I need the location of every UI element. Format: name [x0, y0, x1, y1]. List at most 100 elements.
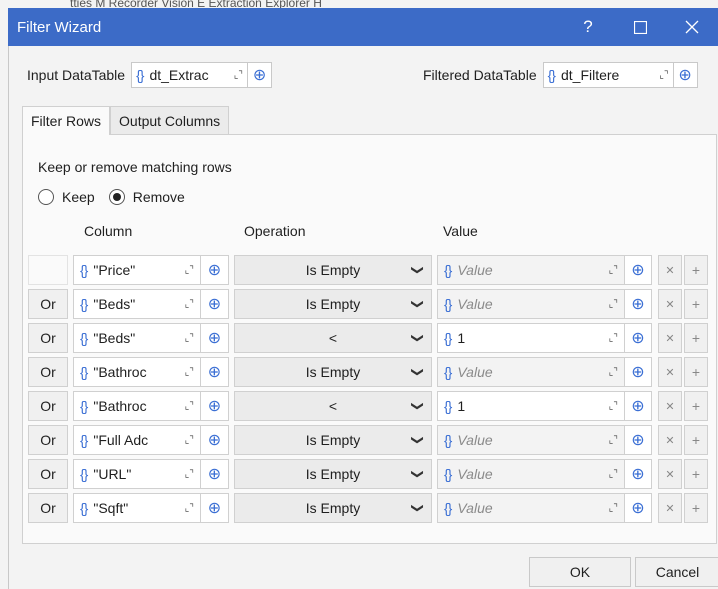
- expand-icon[interactable]: ⌞⌝: [605, 435, 618, 446]
- operation-dropdown[interactable]: < ❯: [234, 323, 432, 353]
- add-row-button[interactable]: +: [684, 493, 708, 523]
- value-field[interactable]: {} Value ⌞⌝: [437, 493, 625, 523]
- or-toggle-button[interactable]: Or: [28, 425, 68, 455]
- expand-icon[interactable]: ⌞⌝: [605, 503, 618, 514]
- remove-radio-label[interactable]: Remove: [133, 189, 185, 205]
- variable-braces-icon: {}: [444, 262, 452, 278]
- expand-icon[interactable]: ⌞⌝: [230, 70, 243, 81]
- add-row-button[interactable]: +: [684, 289, 708, 319]
- column-add-button[interactable]: ⊕: [201, 391, 229, 421]
- or-toggle-button[interactable]: Or: [28, 323, 68, 353]
- column-value: "Beds": [93, 330, 136, 346]
- expand-icon[interactable]: ⌞⌝: [181, 401, 194, 412]
- expand-icon[interactable]: ⌞⌝: [605, 299, 618, 310]
- operation-dropdown[interactable]: Is Empty ❯: [234, 493, 432, 523]
- remove-row-button[interactable]: ✕: [658, 289, 682, 319]
- or-toggle-button[interactable]: Or: [28, 289, 68, 319]
- background-menu-text: tties M Recorder Vision E Extraction Exp…: [70, 0, 322, 8]
- expand-icon[interactable]: ⌞⌝: [605, 333, 618, 344]
- value-add-button[interactable]: ⊕: [625, 493, 652, 523]
- value-field[interactable]: {} Value ⌞⌝: [437, 459, 625, 489]
- value-field[interactable]: {} Value ⌞⌝: [437, 357, 625, 387]
- column-field[interactable]: {} "Full Adc ⌞⌝: [73, 425, 201, 455]
- add-row-button[interactable]: +: [684, 323, 708, 353]
- operation-dropdown[interactable]: < ❯: [234, 391, 432, 421]
- add-row-button[interactable]: +: [684, 459, 708, 489]
- add-row-button[interactable]: +: [684, 391, 708, 421]
- remove-row-button[interactable]: ✕: [658, 391, 682, 421]
- expand-icon[interactable]: ⌞⌝: [605, 367, 618, 378]
- value-add-button[interactable]: ⊕: [625, 459, 652, 489]
- value-add-button[interactable]: ⊕: [625, 323, 652, 353]
- expand-icon[interactable]: ⌞⌝: [181, 333, 194, 344]
- expand-icon[interactable]: ⌞⌝: [605, 469, 618, 480]
- column-field[interactable]: {} "Price" ⌞⌝: [73, 255, 201, 285]
- value-add-button[interactable]: ⊕: [625, 425, 652, 455]
- value-add-button[interactable]: ⊕: [625, 357, 652, 387]
- column-add-button[interactable]: ⊕: [201, 289, 229, 319]
- cancel-button[interactable]: Cancel: [635, 557, 718, 587]
- tab-filter-rows[interactable]: Filter Rows: [22, 106, 111, 135]
- column-field[interactable]: {} "Bathroc ⌞⌝: [73, 357, 201, 387]
- or-toggle-button[interactable]: Or: [28, 391, 68, 421]
- maximize-button[interactable]: [614, 8, 666, 46]
- column-add-button[interactable]: ⊕: [201, 425, 229, 455]
- or-toggle-button[interactable]: Or: [28, 357, 68, 387]
- column-add-button[interactable]: ⊕: [201, 323, 229, 353]
- operation-dropdown[interactable]: Is Empty ❯: [234, 255, 432, 285]
- keep-radio-label[interactable]: Keep: [62, 189, 95, 205]
- remove-row-button[interactable]: ✕: [658, 255, 682, 285]
- add-row-button[interactable]: +: [684, 255, 708, 285]
- column-field[interactable]: {} "Sqft" ⌞⌝: [73, 493, 201, 523]
- operation-dropdown[interactable]: Is Empty ❯: [234, 357, 432, 387]
- filtered-datatable-field[interactable]: {} dt_Filtere ⌞⌝: [542, 62, 674, 88]
- operation-dropdown[interactable]: Is Empty ❯: [234, 289, 432, 319]
- remove-row-button[interactable]: ✕: [658, 425, 682, 455]
- or-toggle-button[interactable]: Or: [28, 459, 68, 489]
- filtered-datatable-add-button[interactable]: ⊕: [673, 62, 698, 88]
- expand-icon[interactable]: ⌞⌝: [605, 401, 618, 412]
- remove-row-button[interactable]: ✕: [658, 323, 682, 353]
- value-field[interactable]: {} 1 ⌞⌝: [437, 323, 625, 353]
- column-add-button[interactable]: ⊕: [201, 357, 229, 387]
- circle-plus-icon: ⊕: [207, 432, 222, 449]
- add-row-button[interactable]: +: [684, 425, 708, 455]
- value-add-button[interactable]: ⊕: [625, 391, 652, 421]
- or-toggle-button[interactable]: Or: [28, 493, 68, 523]
- expand-icon[interactable]: ⌞⌝: [605, 265, 618, 276]
- column-field[interactable]: {} "URL" ⌞⌝: [73, 459, 201, 489]
- expand-icon[interactable]: ⌞⌝: [181, 299, 194, 310]
- value-field[interactable]: {} Value ⌞⌝: [437, 255, 625, 285]
- keep-radio[interactable]: [38, 189, 54, 205]
- ok-button[interactable]: OK: [529, 557, 631, 587]
- value-field[interactable]: {} Value ⌞⌝: [437, 289, 625, 319]
- value-field[interactable]: {} Value ⌞⌝: [437, 425, 625, 455]
- tab-output-columns[interactable]: Output Columns: [110, 106, 230, 134]
- value-add-button[interactable]: ⊕: [625, 255, 652, 285]
- input-datatable-add-button[interactable]: ⊕: [248, 62, 273, 88]
- operation-dropdown[interactable]: Is Empty ❯: [234, 459, 432, 489]
- expand-icon[interactable]: ⌞⌝: [181, 367, 194, 378]
- value-field[interactable]: {} 1 ⌞⌝: [437, 391, 625, 421]
- column-field[interactable]: {} "Bathroc ⌞⌝: [73, 391, 201, 421]
- close-button[interactable]: [666, 8, 718, 46]
- expand-icon[interactable]: ⌞⌝: [181, 469, 194, 480]
- operation-dropdown[interactable]: Is Empty ❯: [234, 425, 432, 455]
- expand-icon[interactable]: ⌞⌝: [181, 265, 194, 276]
- expand-icon[interactable]: ⌞⌝: [181, 435, 194, 446]
- add-row-button[interactable]: +: [684, 357, 708, 387]
- help-button[interactable]: ?: [562, 8, 614, 46]
- remove-row-button[interactable]: ✕: [658, 459, 682, 489]
- remove-row-button[interactable]: ✕: [658, 357, 682, 387]
- remove-radio[interactable]: [108, 189, 125, 205]
- expand-icon[interactable]: ⌞⌝: [181, 503, 194, 514]
- remove-row-button[interactable]: ✕: [658, 493, 682, 523]
- expand-icon[interactable]: ⌞⌝: [655, 70, 668, 81]
- column-add-button[interactable]: ⊕: [201, 255, 229, 285]
- input-datatable-field[interactable]: {} dt_Extrac ⌞⌝: [131, 62, 249, 88]
- column-add-button[interactable]: ⊕: [201, 493, 229, 523]
- column-add-button[interactable]: ⊕: [201, 459, 229, 489]
- column-field[interactable]: {} "Beds" ⌞⌝: [73, 289, 201, 319]
- column-field[interactable]: {} "Beds" ⌞⌝: [73, 323, 201, 353]
- value-add-button[interactable]: ⊕: [625, 289, 652, 319]
